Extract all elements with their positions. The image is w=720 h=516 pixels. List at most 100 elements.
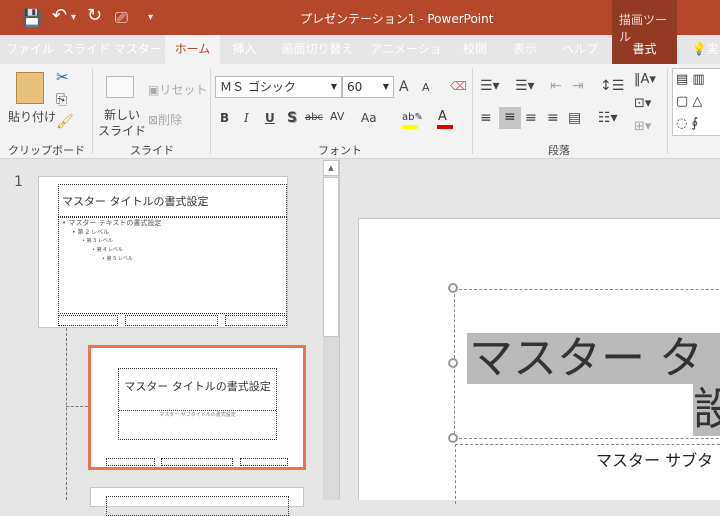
bold-button[interactable]: B — [220, 111, 229, 125]
tab-file[interactable]: ファイル — [0, 35, 60, 64]
shrink-font-button[interactable]: A — [422, 81, 430, 94]
thumb-subtitle-text: マスター サブタイトルの書式設定 — [119, 410, 276, 418]
slide-title-line1[interactable]: マスター タ — [469, 334, 703, 384]
bullets-icon[interactable]: ☰▾ — [480, 78, 500, 94]
freeform-icon[interactable]: ◌ ∮ — [676, 116, 698, 131]
line-spacing-icon[interactable]: ↕☰ — [600, 78, 624, 94]
title-placeholder[interactable]: マスター タ 設 — [454, 289, 720, 439]
align-text-icon[interactable]: ⊡▾ — [634, 96, 651, 111]
slide-subtitle[interactable]: マスター サブタ — [596, 447, 713, 471]
slide-canvas[interactable]: マスター タ 設 マスター サブタ — [358, 218, 720, 504]
smartart-icon[interactable]: ⊞▾ — [634, 119, 651, 134]
layout-thumbnail[interactable] — [90, 487, 304, 516]
paste-icon[interactable] — [16, 72, 44, 104]
new-slide-label[interactable]: スライド — [98, 122, 146, 139]
paste-button[interactable]: 貼り付け — [8, 108, 56, 125]
format-painter-icon[interactable]: 🖌 — [56, 114, 74, 130]
thumb-date-placeholder — [58, 315, 118, 326]
reset-label: リセット — [159, 83, 208, 97]
tab-slide-master[interactable]: スライド マスター — [62, 35, 162, 64]
textbox-icon[interactable]: ▤ ▥ — [676, 72, 705, 87]
thumb-body-placeholder: • マスター テキストの書式設定 • 第 2 レベル • 第 3 レベル • 第… — [58, 217, 287, 314]
scrollbar-thumb[interactable] — [323, 177, 339, 337]
rectangle-icon[interactable]: ▢ △ — [676, 94, 702, 109]
shapes-gallery[interactable]: ▤ ▥ ▢ △ ◌ ∮ — [672, 68, 720, 136]
connector-line — [66, 328, 67, 500]
align-right-icon[interactable]: ≡ — [525, 110, 537, 126]
thumb-level-4: • 第 4 レベル — [92, 247, 123, 253]
resize-handle[interactable] — [448, 358, 458, 368]
font-name-select[interactable]: ＭＳ ゴシック ▼ — [215, 76, 342, 98]
font-color-button[interactable]: A — [437, 109, 464, 129]
character-spacing-button[interactable]: AV — [330, 110, 344, 123]
customize-qat-icon[interactable]: ▾ — [148, 12, 153, 23]
delete-label: 削除 — [158, 113, 183, 127]
master-thumbnail[interactable]: マスター タイトルの書式設定 • マスター テキストの書式設定 • 第 2 レベ… — [38, 176, 288, 328]
cut-icon[interactable]: ✂ — [56, 68, 69, 86]
thumb-title-placeholder: マスター タイトルの書式設定 マスター サブタイトルの書式設定 — [118, 368, 277, 440]
decrease-indent-icon[interactable]: ⇤ — [550, 78, 562, 94]
thumb-level-3: • 第 3 レベル — [82, 238, 113, 244]
strikethrough-button[interactable]: abc — [305, 112, 323, 123]
justify-icon[interactable]: ≡ — [547, 110, 559, 126]
tab-home[interactable]: ホーム — [165, 35, 220, 64]
columns-icon[interactable]: ☷▾ — [598, 110, 618, 126]
copy-icon[interactable]: ⎘ — [56, 92, 67, 108]
lightbulb-icon: 💡 — [691, 42, 707, 56]
reset-button[interactable]: ▣リセット — [148, 81, 207, 98]
grow-font-button[interactable]: A — [399, 79, 409, 95]
delete-button[interactable]: ⊠削除 — [148, 111, 182, 128]
font-size-select[interactable]: 60 ▼ — [342, 76, 394, 98]
thumb-number-placeholder — [225, 315, 287, 326]
slide-thumbnail-pane: 1 マスター タイトルの書式設定 • マスター テキストの書式設定 • 第 2 … — [0, 159, 340, 516]
thumb-level-1: • マスター テキストの書式設定 — [62, 219, 162, 227]
tab-help[interactable]: ヘルプ — [555, 35, 605, 64]
text-direction-icon[interactable]: ‖A▾ — [634, 72, 656, 87]
tab-view[interactable]: 表示 — [505, 35, 545, 64]
font-color-icon: A — [438, 109, 447, 124]
slide-title-line2[interactable]: 設 — [693, 385, 720, 435]
undo-dropdown[interactable]: ▾ — [71, 12, 76, 23]
save-icon[interactable]: 💾 — [22, 8, 42, 27]
thumb-date-placeholder — [106, 458, 155, 466]
font-name-value: ＭＳ ゴシック — [220, 80, 296, 94]
highlight-color-button[interactable]: ab✎ — [402, 109, 428, 129]
increase-indent-icon[interactable]: ⇥ — [572, 78, 584, 94]
thumb-title-text: マスター タイトルの書式設定 — [62, 195, 209, 208]
align-center-button[interactable]: ≡ — [499, 107, 521, 129]
chevron-down-icon: ▼ — [330, 82, 337, 91]
shadow-button[interactable]: S — [287, 110, 297, 126]
scroll-up-icon[interactable]: ▲ — [323, 160, 339, 176]
delete-icon: ⊠ — [148, 113, 159, 127]
highlighter-icon: ab✎ — [402, 112, 423, 123]
window-title: プレゼンテーション1 - PowerPoint — [300, 12, 494, 26]
tab-transitions[interactable]: 画面切り替え — [275, 35, 360, 64]
present-icon[interactable]: ⎚ — [115, 8, 128, 28]
chevron-down-icon: ▼ — [382, 82, 389, 91]
clear-formatting-icon[interactable]: ⌫ — [450, 79, 467, 93]
tab-animations[interactable]: アニメーション — [365, 35, 447, 85]
resize-handle[interactable] — [448, 283, 458, 293]
italic-button[interactable]: I — [244, 111, 249, 125]
connector-line — [66, 406, 88, 407]
layout-thumbnail-selected[interactable]: マスター タイトルの書式設定 マスター サブタイトルの書式設定 — [88, 345, 306, 470]
subtitle-placeholder[interactable]: マスター サブタ — [455, 444, 720, 504]
tell-me[interactable]: 💡実 — [690, 35, 720, 64]
new-slide-icon[interactable] — [106, 76, 134, 98]
thumb-title-placeholder: マスター タイトルの書式設定 — [58, 184, 287, 217]
align-left-icon[interactable]: ≡ — [480, 110, 492, 126]
resize-handle[interactable] — [448, 433, 458, 443]
tab-format[interactable]: 書式 — [612, 35, 677, 64]
tab-insert[interactable]: 挿入 — [222, 35, 267, 64]
tab-review[interactable]: 校閲 — [455, 35, 495, 64]
undo-icon[interactable]: ↶ — [52, 5, 67, 26]
numbering-icon[interactable]: ☰▾ — [515, 78, 535, 94]
new-slide-button[interactable]: 新しい — [104, 106, 140, 123]
change-case-button[interactable]: Aa — [361, 111, 377, 125]
align-center-icon: ≡ — [504, 109, 516, 125]
distributed-icon[interactable]: ▤ — [568, 110, 581, 126]
thumbnail-scrollbar[interactable]: ▲ — [323, 160, 339, 500]
redo-icon[interactable]: ↻ — [87, 5, 102, 26]
underline-button[interactable]: U — [265, 111, 275, 125]
thumb-title-text: マスター タイトルの書式設定 — [124, 380, 271, 393]
